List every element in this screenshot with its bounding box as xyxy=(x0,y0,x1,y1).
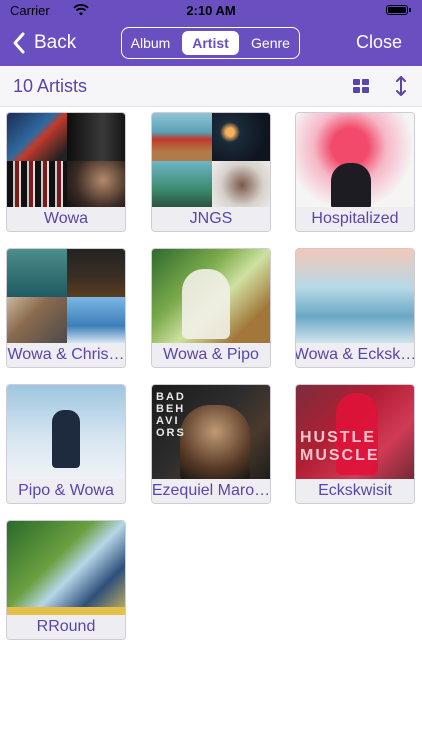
artist-card[interactable]: RRound xyxy=(6,520,126,640)
segment-genre[interactable]: Genre xyxy=(242,28,299,58)
artist-artwork xyxy=(296,249,414,345)
artist-card[interactable]: Wowa xyxy=(6,112,126,232)
artist-card[interactable]: JNGS xyxy=(151,112,271,232)
segmented-control: Album Artist Genre xyxy=(121,27,300,59)
artist-card[interactable]: Wowa & Ecksk… xyxy=(295,248,415,368)
artist-artwork xyxy=(152,249,270,345)
chevron-left-icon xyxy=(13,32,25,54)
navigation-bar: Back Album Artist Genre Close xyxy=(0,20,422,66)
time-label: 2:10 AM xyxy=(186,3,236,18)
artist-name: Eckskwisit xyxy=(296,479,414,503)
sort-icon[interactable] xyxy=(394,76,408,96)
artist-artwork xyxy=(152,113,270,209)
segment-artist[interactable]: Artist xyxy=(182,31,239,55)
toolbar: 10 Artists xyxy=(0,66,422,107)
segment-album[interactable]: Album xyxy=(122,28,179,58)
artist-name: Wowa & Chris… xyxy=(7,343,125,367)
artist-name: Pipo & Wowa xyxy=(7,479,125,503)
battery-icon xyxy=(386,5,411,15)
artist-artwork xyxy=(7,113,125,209)
artist-artwork xyxy=(7,521,125,617)
artist-name: Wowa xyxy=(7,207,125,231)
album-art-text: HUSTLE MUSCLE xyxy=(300,429,380,464)
back-label: Back xyxy=(34,32,77,53)
artist-artwork xyxy=(7,385,125,481)
grid-view-icon[interactable] xyxy=(353,79,369,93)
artist-name: Wowa & Ecksk… xyxy=(296,343,414,367)
artist-name: Hospitalized xyxy=(296,207,414,231)
artist-artwork: HUSTLE MUSCLE xyxy=(296,385,414,481)
artist-card[interactable]: HUSTLE MUSCLE Eckskwisit xyxy=(295,384,415,504)
artist-card[interactable]: Hospitalized xyxy=(295,112,415,232)
artist-name: JNGS xyxy=(152,207,270,231)
artist-artwork xyxy=(296,113,414,209)
album-art-text: BAD BEH AVI ORS xyxy=(156,391,186,439)
artist-artwork xyxy=(7,249,125,345)
artist-name: Ezequiel Maro… xyxy=(152,479,270,503)
artist-name: RRound xyxy=(7,615,125,639)
artist-card[interactable]: Pipo & Wowa xyxy=(6,384,126,504)
artist-count: 10 Artists xyxy=(13,76,88,96)
back-button[interactable]: Back xyxy=(10,30,76,56)
artist-card[interactable]: BAD BEH AVI ORS Ezequiel Maro… xyxy=(151,384,271,504)
status-bar: Carrier 2:10 AM xyxy=(0,0,422,20)
artist-card[interactable]: Wowa & Chris… xyxy=(6,248,126,368)
artist-artwork: BAD BEH AVI ORS xyxy=(152,385,270,481)
close-button[interactable]: Close xyxy=(356,32,402,53)
artist-name: Wowa & Pipo xyxy=(152,343,270,367)
header: Carrier 2:10 AM Back Album Artist Genre … xyxy=(0,0,422,66)
artist-card[interactable]: Wowa & Pipo xyxy=(151,248,271,368)
